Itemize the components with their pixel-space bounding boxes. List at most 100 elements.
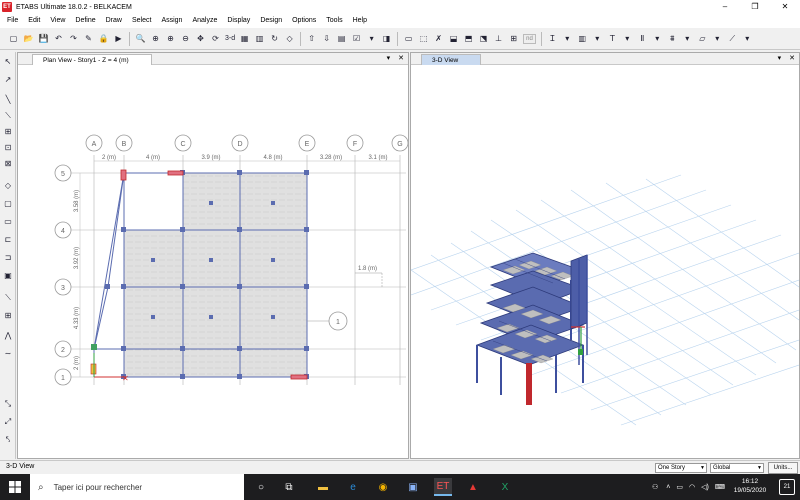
new-model-icon[interactable]: ▢ <box>7 32 20 45</box>
draw-floor-icon[interactable]: ◇ <box>2 180 14 192</box>
file-explorer-icon[interactable]: ▬ <box>314 478 332 496</box>
pencil-icon[interactable]: ✎ <box>82 32 95 45</box>
volume-icon[interactable]: ◁) <box>701 483 709 491</box>
pane-dropdown-icon[interactable]: ▾ <box>778 55 782 62</box>
plan-view-icon[interactable]: ▦ <box>238 32 251 45</box>
view-3d-button[interactable]: 3-d <box>225 35 235 42</box>
story-select[interactable]: One Story ▼ <box>655 463 707 473</box>
slab-icon[interactable]: ▱ <box>696 32 709 45</box>
tray-overflow-icon[interactable]: ˄ <box>666 484 670 491</box>
draw-spring-icon[interactable]: ∼ <box>2 348 14 360</box>
checkbox-icon[interactable]: ☑ <box>350 32 363 45</box>
dropdown-arrow-icon[interactable]: ▾ <box>711 32 724 45</box>
draw-wall-stack-icon[interactable]: ▣ <box>2 270 14 282</box>
notification-center-icon[interactable]: 21 <box>779 479 795 495</box>
snap-icon[interactable]: ⊥ <box>492 32 505 45</box>
start-button[interactable] <box>0 474 30 500</box>
edge-browser-icon[interactable]: e <box>344 478 362 496</box>
menu-display[interactable]: Display <box>222 14 255 28</box>
dropdown-arrow-icon[interactable]: ▾ <box>591 32 604 45</box>
draw-tendon-icon[interactable]: ⋀ <box>2 330 14 342</box>
menu-edit[interactable]: Edit <box>23 14 45 28</box>
pane-dropdown-icon[interactable]: ▾ <box>387 55 391 62</box>
display-options-icon[interactable]: ▤ <box>335 32 348 45</box>
undo-icon[interactable]: ↶ <box>52 32 65 45</box>
menu-options[interactable]: Options <box>287 14 321 28</box>
column-icon[interactable]: Ⅱ <box>636 32 649 45</box>
menu-design[interactable]: Design <box>255 14 287 28</box>
perspective-icon[interactable]: ◇ <box>283 32 296 45</box>
plan-view-tab[interactable]: Plan View - Story1 - Z = 4 (m) <box>32 54 152 65</box>
chrome-browser-icon[interactable]: ◉ <box>374 478 392 496</box>
draw-rect-floor-icon[interactable]: ▢ <box>2 198 14 210</box>
design-strip-icon[interactable]: ⤣ <box>2 434 14 446</box>
zoom-in-icon[interactable]: ⊕ <box>164 32 177 45</box>
object-shrink-icon[interactable]: ◨ <box>380 32 393 45</box>
select-previous-icon[interactable]: ⬒ <box>462 32 475 45</box>
wifi-icon[interactable]: ◠ <box>689 483 695 491</box>
draw-opening-icon[interactable]: ⊏ <box>2 234 14 246</box>
taskbar-search-box[interactable]: ⌕ Taper ici pour rechercher <box>30 474 244 500</box>
wall-icon[interactable]: ▥ <box>576 32 589 45</box>
people-icon[interactable]: ⚇ <box>652 483 658 491</box>
zoom-out-icon[interactable]: ⊖ <box>179 32 192 45</box>
draw-area-icon[interactable]: ⊐ <box>2 252 14 264</box>
select-all-icon[interactable]: ⬚ <box>417 32 430 45</box>
photos-app-icon[interactable]: ▣ <box>404 478 422 496</box>
draw-line-icon[interactable]: ⟋ <box>726 32 739 45</box>
menu-file[interactable]: File <box>2 14 23 28</box>
draw-link-icon[interactable]: ⟍ <box>2 292 14 304</box>
minimize-button[interactable]: – <box>710 0 740 14</box>
rotate-view-icon[interactable]: ↻ <box>268 32 281 45</box>
restore-button[interactable]: ❐ <box>740 0 770 14</box>
3d-view-canvas[interactable] <box>410 65 800 459</box>
draw-wall-icon[interactable]: ▭ <box>2 216 14 228</box>
taskbar-clock[interactable]: 16:12 19/05/2020 <box>725 477 775 495</box>
draw-frame-icon[interactable]: ⟍ <box>2 110 14 122</box>
nd-button[interactable]: nd <box>523 33 536 44</box>
section-cut-icon[interactable]: ⤡ <box>2 398 14 410</box>
dimension-icon[interactable]: ⤢ <box>2 416 14 428</box>
cortana-icon[interactable]: ○ <box>252 478 270 496</box>
keyboard-icon[interactable]: ⌨ <box>715 483 725 491</box>
brace-icon[interactable]: ⩩ <box>666 32 679 45</box>
snap-grid-icon[interactable]: ⊞ <box>507 32 520 45</box>
close-button[interactable]: ✕ <box>770 0 800 14</box>
menu-draw[interactable]: Draw <box>101 14 127 28</box>
draw-column-icon[interactable]: ⊡ <box>2 142 14 154</box>
menu-help[interactable]: Help <box>348 14 372 28</box>
open-model-icon[interactable]: 📂 <box>22 32 35 45</box>
run-analysis-icon[interactable]: ▶ <box>112 32 125 45</box>
plan-view-canvas[interactable]: ✕ A B C D E F G 5 4 3 2 1 2 (m) 4 (m) 3.… <box>18 65 409 459</box>
lock-icon[interactable]: 🔒 <box>97 32 110 45</box>
zoom-rubber-band-icon[interactable]: 🔍 <box>134 32 147 45</box>
draw-brace-icon[interactable]: ⊠ <box>2 158 14 170</box>
menu-view[interactable]: View <box>45 14 70 28</box>
display-dropdown-icon[interactable]: ▾ <box>365 32 378 45</box>
elevation-view-icon[interactable]: ▥ <box>253 32 266 45</box>
etabs-taskbar-icon[interactable]: ET <box>434 478 452 496</box>
dropdown-arrow-icon[interactable]: ▾ <box>681 32 694 45</box>
draw-grid-icon[interactable]: ⊞ <box>2 310 14 322</box>
save-model-icon[interactable]: 💾 <box>37 32 50 45</box>
menu-assign[interactable]: Assign <box>156 14 187 28</box>
dropdown-arrow-icon[interactable]: ▾ <box>561 32 574 45</box>
deselect-icon[interactable]: ⬔ <box>477 32 490 45</box>
battery-icon[interactable]: ▭ <box>676 483 683 491</box>
menu-analyze[interactable]: Analyze <box>187 14 222 28</box>
move-up-icon[interactable]: ⇧ <box>305 32 318 45</box>
task-view-icon[interactable]: ⧉ <box>280 478 298 496</box>
clear-selection-icon[interactable]: ✗ <box>432 32 445 45</box>
move-down-icon[interactable]: ⇩ <box>320 32 333 45</box>
redo-icon[interactable]: ↷ <box>67 32 80 45</box>
autocad-taskbar-icon[interactable]: ▲ <box>464 478 482 496</box>
menu-define[interactable]: Define <box>70 14 100 28</box>
section-i-icon[interactable]: Ｉ <box>546 32 559 45</box>
pan-icon[interactable]: ✥ <box>194 32 207 45</box>
dropdown-arrow-icon[interactable]: ▾ <box>621 32 634 45</box>
pane-close-icon[interactable]: ✕ <box>398 55 404 62</box>
dropdown-arrow-icon[interactable]: ▾ <box>651 32 664 45</box>
pane-close-icon[interactable]: ✕ <box>789 55 795 62</box>
dropdown-arrow-icon[interactable]: ▾ <box>741 32 754 45</box>
3d-view-tab[interactable]: 3-D View <box>421 54 481 65</box>
